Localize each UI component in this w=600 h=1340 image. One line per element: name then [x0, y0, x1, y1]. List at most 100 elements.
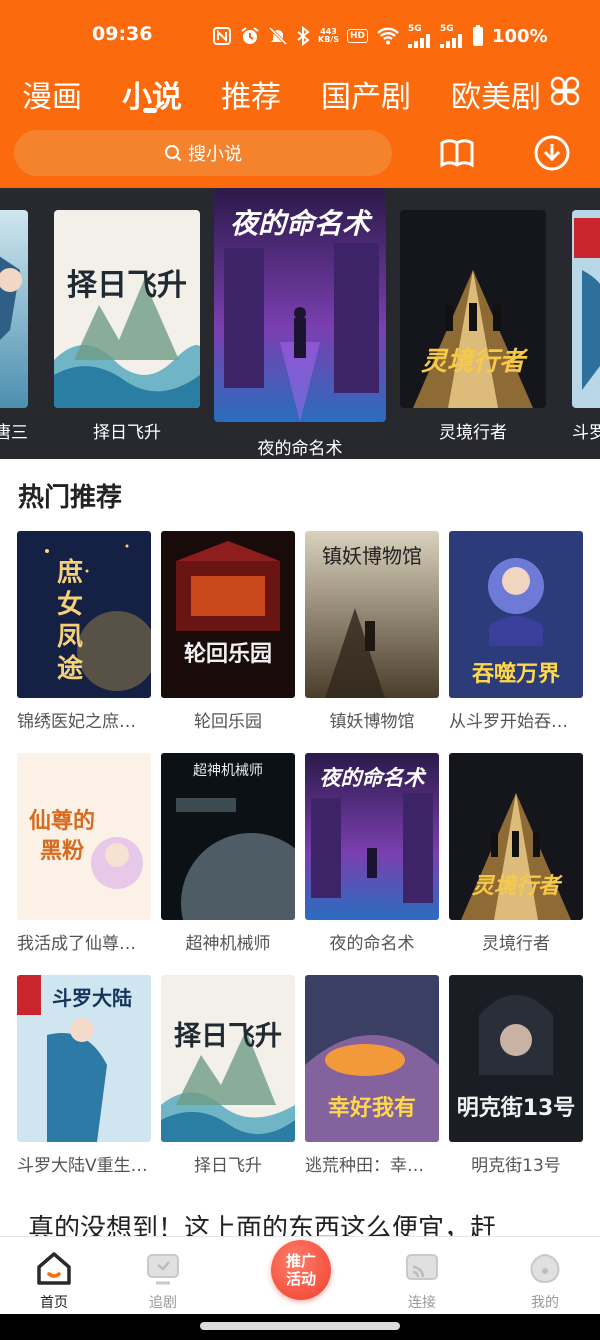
profile-icon: [530, 1254, 560, 1284]
featured-carousel[interactable]: 唐三 择日飞升 择日飞升 夜的命名术 夜的命名术 灵境行者 灵境行者 斗罗: [0, 188, 600, 459]
bluetooth-icon: [296, 26, 310, 46]
carousel-title: 择日飞升: [93, 423, 161, 443]
book-title: 轮回乐园: [194, 712, 262, 732]
carousel-item[interactable]: 择日飞升 择日飞升: [54, 210, 200, 450]
svg-text:黑粉: 黑粉: [40, 839, 84, 864]
book-cover: 超神机械师: [161, 753, 295, 920]
net-speed-unit: KB/S: [318, 35, 339, 44]
svg-text:镇妖博物馆: 镇妖博物馆: [322, 544, 422, 568]
carousel-title: 唐三: [0, 423, 28, 443]
book-title: 我活成了仙尊的黑粉: [17, 934, 151, 954]
book-icon[interactable]: [438, 134, 476, 172]
promo-activity-button[interactable]: 推广 活动: [271, 1240, 331, 1300]
nav-home[interactable]: 首页: [14, 1237, 94, 1315]
book-card[interactable]: 轮回乐园 轮回乐园: [161, 531, 295, 732]
svg-text:女: 女: [57, 589, 83, 620]
nav-label: 我的: [531, 1295, 559, 1311]
svg-text:灵境行者: 灵境行者: [472, 873, 563, 899]
book-card[interactable]: 择日飞升 择日飞升: [161, 975, 295, 1176]
book-title: 锦绣医妃之庶女凤途: [17, 712, 151, 732]
cast-icon: [406, 1254, 438, 1280]
sim2-label: 5G: [440, 23, 454, 34]
status-bar: 09:36 443 KB/S HD 5G 5G 100%: [0, 18, 600, 54]
book-title: 明克街13号: [471, 1156, 561, 1176]
svg-text:庶: 庶: [57, 557, 83, 588]
net-speed: 443 KB/S: [318, 28, 339, 44]
sim1-label: 5G: [408, 23, 422, 34]
book-cover: [572, 210, 600, 408]
tab-comics[interactable]: 漫画: [22, 72, 82, 116]
grid-menu-icon[interactable]: [548, 74, 582, 108]
book-cover: 灵境行者: [449, 753, 583, 920]
promo-button-line1: 推广: [285, 1252, 316, 1270]
book-cover: 择日飞升: [161, 975, 295, 1142]
nav-drama[interactable]: 追剧: [123, 1237, 203, 1315]
tab-western-drama[interactable]: 欧美剧: [451, 72, 541, 116]
signal-sim2-icon: 5G: [440, 23, 464, 48]
top-header: 09:36 443 KB/S HD 5G 5G 100% 漫画 小说 推荐 国产…: [0, 0, 600, 188]
battery-icon: [472, 25, 484, 47]
nav-label: 连接: [408, 1295, 436, 1311]
book-cover: 轮回乐园: [161, 531, 295, 698]
alarm-icon: [240, 26, 260, 46]
svg-text:途: 途: [57, 653, 84, 684]
search-bar[interactable]: 搜小说: [14, 130, 392, 176]
svg-text:明克街13号: 明克街13号: [457, 1095, 576, 1121]
home-icon: [37, 1252, 71, 1285]
hd-badge: HD: [346, 29, 368, 43]
book-cover: 明克街13号: [449, 975, 583, 1142]
nav-label: 首页: [40, 1295, 68, 1311]
search-icon: [165, 145, 182, 162]
status-time: 09:36: [92, 23, 153, 45]
book-card[interactable]: 超神机械师 超神机械师: [161, 753, 295, 954]
book-title: 镇妖博物馆: [329, 712, 415, 732]
nav-profile[interactable]: 我的: [505, 1237, 585, 1315]
book-card[interactable]: 明克街13号 明克街13号: [449, 975, 583, 1176]
book-cover: 斗罗大陆: [17, 975, 151, 1142]
book-cover: 吞噬万界: [449, 531, 583, 698]
book-card[interactable]: 幸好我有 逃荒种田：幸好我有随身超市: [305, 975, 439, 1176]
carousel-title: 斗罗大陆: [572, 423, 600, 443]
status-icons: 443 KB/S HD 5G 5G 100%: [212, 22, 548, 50]
section-title-hot: 热门推荐: [18, 483, 123, 513]
book-cover: 择日飞升: [54, 210, 200, 408]
book-card[interactable]: 镇妖博物馆 镇妖博物馆: [305, 531, 439, 732]
book-cover: 夜的命名术: [305, 753, 439, 920]
book-card[interactable]: 庶 女 凤 途 锦绣医妃之庶女凤途: [17, 531, 151, 732]
tab-domestic-drama[interactable]: 国产剧: [321, 72, 411, 116]
nav-connect[interactable]: 连接: [382, 1237, 462, 1315]
tab-recommend[interactable]: 推荐: [221, 72, 281, 116]
gesture-handle[interactable]: [200, 1322, 400, 1330]
active-tab-indicator: [143, 108, 157, 113]
book-card[interactable]: 夜的命名术 夜的命名术: [305, 753, 439, 954]
carousel-item[interactable]: 灵境行者 灵境行者: [400, 210, 546, 450]
svg-text:幸好我有: 幸好我有: [328, 1095, 416, 1121]
download-icon[interactable]: [533, 134, 571, 172]
mute-bell-icon: [268, 26, 288, 46]
svg-text:灵境行者: 灵境行者: [421, 347, 529, 377]
svg-text:吞噬万界: 吞噬万界: [472, 661, 560, 687]
book-cover: 镇妖博物馆: [305, 531, 439, 698]
svg-text:择日飞升: 择日飞升: [67, 268, 187, 303]
carousel-item-center[interactable]: 夜的命名术 夜的命名术: [214, 188, 386, 459]
nav-label: 追剧: [149, 1295, 177, 1311]
book-card[interactable]: 仙尊的 黑粉 我活成了仙尊的黑粉: [17, 753, 151, 954]
promo-button-line2: 活动: [285, 1270, 316, 1288]
svg-text:凤: 凤: [57, 622, 83, 652]
svg-text:超神机械师: 超神机械师: [193, 763, 263, 779]
book-cover: 灵境行者: [400, 210, 546, 408]
carousel-item[interactable]: 唐三: [0, 210, 28, 450]
battery-percent: 100%: [492, 25, 548, 47]
signal-sim1-icon: 5G: [408, 23, 432, 48]
tv-icon: [147, 1254, 179, 1285]
book-cover: 幸好我有: [305, 975, 439, 1142]
category-tabs: 漫画 小说 推荐 国产剧 欧美剧: [0, 66, 600, 116]
book-card[interactable]: 吞噬万界 从斗罗开始吞噬万界: [449, 531, 583, 732]
book-card[interactable]: 斗罗大陆 斗罗大陆V重生唐三: [17, 975, 151, 1176]
book-title: 逃荒种田：幸好我有随身超市: [305, 1156, 439, 1176]
book-card[interactable]: 灵境行者 灵境行者: [449, 753, 583, 954]
carousel-title: 夜的命名术: [257, 439, 343, 459]
book-title: 灵境行者: [482, 934, 550, 954]
carousel-item[interactable]: 斗罗大陆: [572, 210, 600, 450]
system-gesture-area: [0, 1314, 600, 1340]
